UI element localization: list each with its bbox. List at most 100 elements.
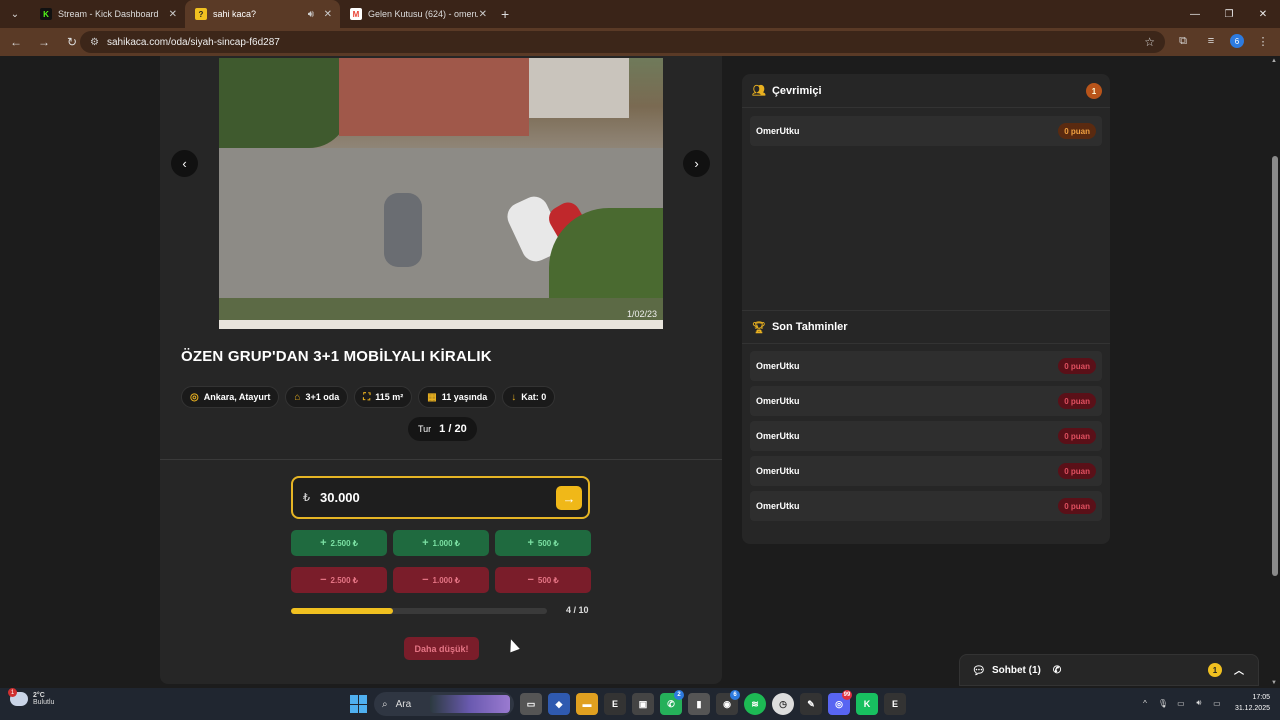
media-icon[interactable]: ≡ (1202, 32, 1220, 50)
tab-gmail[interactable]: M Gelen Kutusu (624) - omerutku ✕ (340, 0, 495, 28)
user-name: OmerUtku (756, 361, 800, 371)
whatsapp-badge: 2 (674, 690, 684, 700)
guess-input[interactable] (320, 490, 520, 505)
chrome-icon[interactable]: ◉ 6 (716, 690, 740, 715)
chrome-badge: 6 (730, 690, 740, 700)
close-tab-icon[interactable]: ✕ (169, 9, 177, 20)
calendar-icon: ▦ (427, 391, 437, 403)
close-tab-icon[interactable]: ✕ (324, 9, 332, 20)
forward-icon[interactable]: → (32, 30, 56, 54)
url-bar[interactable]: ⚙ sahikaca.com/oda/siyah-sincap-f6d287 ☆ (80, 31, 1165, 53)
scroll-thumb[interactable] (1272, 156, 1278, 576)
tab-title: Gelen Kutusu (624) - omerutku (368, 9, 478, 19)
speaker-icon[interactable]: 🔊︎ (308, 9, 314, 20)
file-explorer-icon[interactable]: ▬ (576, 693, 598, 715)
divider (160, 459, 722, 460)
subtract-1000-button[interactable]: −1.000 ₺ (393, 567, 489, 593)
battery-icon[interactable]: ▭ (1211, 699, 1223, 708)
round-label: Tur (418, 424, 432, 434)
chip-rooms: ⌂ 3+1 oda (285, 386, 349, 408)
guess-row: OmerUtku 0 puan (750, 491, 1102, 521)
taskbar-apps: ⌕ Ara ▭ ◆ ▬ E ▣ ✆ 2 ▮ ◉ 6 ≋ ◷ ✎ ◎ 99 K E (350, 690, 906, 716)
site-info-icon[interactable]: ⚙ (90, 37, 99, 48)
online-user-row: OmerUtku 0 puan (750, 116, 1102, 146)
page-scrollbar[interactable]: ▲ ▼ (1270, 56, 1280, 688)
chip-label: 115 m² (375, 392, 404, 402)
chevron-up-icon[interactable]: ︿ (1234, 662, 1244, 677)
chat-toggle[interactable]: 💬︎ Sohbet (1) ✆ 1 ︿ (959, 654, 1259, 686)
browser-tab-bar: ⌄ K Stream - Kick Dashboard ✕ ? sahi kac… (0, 0, 1280, 28)
subtract-500-button[interactable]: −500 ₺ (495, 567, 591, 593)
microphone-icon[interactable]: 🎙︎ (1157, 699, 1169, 708)
scroll-down-icon[interactable]: ▼ (1271, 680, 1277, 686)
plus-icon: + (320, 537, 327, 549)
lower-button[interactable]: Daha düşük! (404, 637, 479, 660)
add-500-button[interactable]: +500 ₺ (495, 530, 591, 556)
pen-icon[interactable]: ✎ (800, 693, 822, 715)
restore-icon[interactable]: ❐ (1212, 0, 1246, 28)
profile-avatar[interactable]: 6 (1230, 34, 1244, 48)
address-toolbar: ← → ↻ ⚙ sahikaca.com/oda/siyah-sincap-f6… (0, 28, 1280, 56)
whatsapp-icon[interactable]: ✆ 2 (660, 690, 684, 715)
user-name: OmerUtku (756, 396, 800, 406)
discord-icon[interactable]: ◎ 99 (828, 690, 852, 715)
subtract-2500-button[interactable]: −2.500 ₺ (291, 567, 387, 593)
clock-app-icon[interactable]: ◷ (772, 693, 794, 715)
user-name: OmerUtku (756, 431, 800, 441)
button-label: 500 ₺ (537, 538, 559, 548)
tab-title: sahi kaca? (213, 9, 257, 19)
spotify-icon[interactable]: ≋ (744, 693, 766, 715)
close-window-icon[interactable]: ✕ (1246, 0, 1280, 28)
epic-games-icon[interactable]: E (604, 693, 626, 715)
app-icon-1[interactable]: ◆ (548, 693, 570, 715)
guess-field: ₺ → (291, 476, 590, 519)
windows-start-icon[interactable] (350, 695, 368, 713)
listing-title: ÖZEN GRUP'DAN 3+1 MOBİLYALI KİRALIK (181, 348, 492, 365)
next-photo-button[interactable]: › (683, 150, 710, 177)
volume-icon[interactable]: 🔊︎ (1193, 698, 1205, 708)
new-tab-button[interactable]: + (501, 6, 509, 22)
points-badge: 0 puan (1058, 463, 1096, 479)
prev-photo-button[interactable]: ‹ (171, 150, 198, 177)
weather-widget[interactable]: 1 2°C Bulutlu (8, 688, 54, 706)
extensions-icon[interactable]: ⧉ (1174, 32, 1192, 50)
minus-icon: − (422, 574, 429, 586)
button-label: 2.500 ₺ (330, 538, 358, 548)
button-label: 1.000 ₺ (432, 538, 460, 548)
system-clock[interactable]: 17:05 31.12.2025 (1235, 692, 1270, 714)
tab-sahi-kaca[interactable]: ? sahi kaca? 🔊︎ ✕ (185, 0, 340, 28)
recent-guesses-title: Son Tahminler (771, 321, 848, 333)
display-icon[interactable]: ▭ (1175, 699, 1187, 708)
close-tab-icon[interactable]: ✕ (479, 9, 487, 20)
add-2500-button[interactable]: +2.500 ₺ (291, 530, 387, 556)
search-label: Ara (395, 698, 412, 710)
chevron-up-icon[interactable]: ^ (1139, 699, 1151, 708)
app-icon-2[interactable]: ▮ (688, 693, 710, 715)
phone-icon[interactable]: ✆ (1053, 665, 1061, 676)
add-1000-button[interactable]: +1.000 ₺ (393, 530, 489, 556)
minus-icon: − (320, 574, 327, 586)
tab-search-button[interactable]: ⌄ (4, 4, 26, 24)
mouse-cursor-icon (506, 637, 520, 653)
bookmark-star-icon[interactable]: ☆ (1144, 35, 1155, 49)
user-name: OmerUtku (756, 501, 800, 511)
store-icon[interactable]: ▣ (632, 693, 654, 715)
online-title: Çevrimiçi (771, 84, 822, 97)
search-icon: ⌕ (382, 698, 388, 710)
menu-icon[interactable]: ⋮ (1254, 32, 1272, 50)
submit-guess-button[interactable]: → (556, 486, 582, 510)
guess-row: OmerUtku 0 puan (750, 386, 1102, 416)
scroll-up-icon[interactable]: ▲ (1271, 58, 1277, 64)
minimize-icon[interactable]: — (1178, 0, 1212, 28)
users-icon: 👥︎ (752, 85, 766, 97)
tab-kick-dashboard[interactable]: K Stream - Kick Dashboard ✕ (30, 0, 185, 28)
chip-age: ▦ 11 yaşında (418, 386, 497, 408)
epic-games-icon-2[interactable]: E (884, 693, 906, 715)
taskbar-search[interactable]: ⌕ Ara (374, 692, 514, 716)
back-icon[interactable]: ← (4, 30, 28, 54)
chevron-left-icon: ‹ (182, 156, 187, 171)
kick-icon[interactable]: K (856, 693, 878, 715)
task-view-icon[interactable]: ▭ (520, 693, 542, 715)
chip-label: Ankara, Atayurt (203, 392, 271, 402)
toolbar-actions: ⧉ ≡ 6 ⋮ (1174, 32, 1272, 50)
